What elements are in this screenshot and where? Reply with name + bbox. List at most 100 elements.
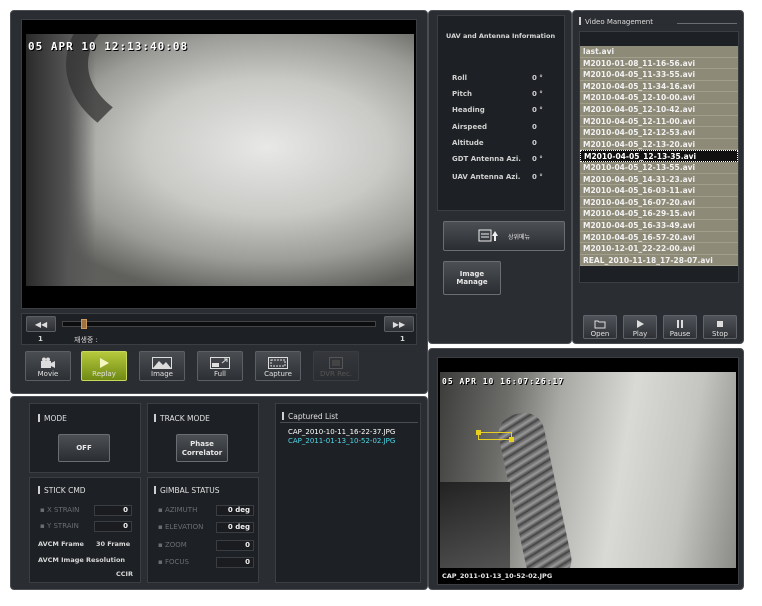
stick-cmd-title: STICK CMD [38, 486, 86, 495]
info-value: 0 ° [532, 90, 543, 98]
tracking-box[interactable] [476, 430, 514, 442]
info-label: Pitch [452, 90, 473, 98]
zoom-value: 0 [216, 540, 254, 551]
image-manage-button[interactable]: Image Manage [443, 261, 501, 295]
info-value: 0 [532, 139, 537, 147]
zoom-row: ▪ ZOOM 0 [158, 540, 254, 552]
video-file-item[interactable]: M2010-04-05_12-10-42.avi [580, 103, 738, 116]
seek-track[interactable] [62, 319, 376, 329]
focus-row: ▪ FOCUS 0 [158, 557, 254, 569]
video-file-item[interactable]: M2010-04-05_14-31-23.avi [580, 173, 738, 186]
pause-icon [664, 318, 696, 330]
fast-forward-button[interactable]: ▶▶ [384, 316, 414, 332]
captured-file-item-selected[interactable]: CAP_2011-01-13_10-52-02.JPG [288, 437, 418, 446]
avcm-res-label: AVCM Image Resolution [38, 556, 126, 564]
video-timestamp: 05 APR 10 12:13:40:08 [28, 40, 189, 53]
replay-label: Replay [92, 370, 116, 378]
info-label: Roll [452, 74, 467, 82]
uav-info-box: UAV and Antenna Information Roll 0 ° Pitc… [437, 15, 565, 211]
phase-correlator-button[interactable]: Phase Correlator [176, 434, 228, 462]
video-file-item[interactable]: M2010-04-05_12-12-53.avi [580, 127, 738, 139]
azimuth-row: ▪ AZIMUTH 0 deg [158, 505, 254, 517]
mode-off-button[interactable]: OFF [58, 434, 110, 462]
upper-menu-button[interactable]: 상위메뉴 [443, 221, 565, 251]
dvr-rec-button[interactable]: DVR Rec. [313, 351, 359, 381]
captured-file-list[interactable]: CAP_2010-10-11_16-22-37.JPG CAP_2011-01-… [288, 428, 418, 446]
x-strain-row: ▪ X STRAIN 0 [40, 505, 136, 517]
video-file-item[interactable]: M2010-04-05_16-57-20.avi [580, 231, 738, 244]
stop-button[interactable]: Stop [703, 315, 737, 339]
avcm-frame-value: 30 Frame [96, 540, 131, 548]
video-file-item[interactable]: M2010-04-05_11-34-16.avi [580, 80, 738, 93]
rewind-icon: ◀◀ [34, 319, 48, 329]
focus-label: ▪ FOCUS [158, 558, 189, 566]
video-file-item[interactable]: M2010-04-05_16-03-11.avi [580, 185, 738, 197]
preview-filename: CAP_2011-01-13_10-52-02.JPG [442, 572, 553, 580]
preview-timestamp: 05 APR 10 16:07:26:17 [442, 377, 565, 386]
main-video-frame: 05 APR 10 12:13:40:08 [21, 19, 417, 309]
captured-list-box: Captured List CAP_2010-10-11_16-22-37.JP… [275, 403, 421, 583]
info-label: Airspeed [452, 123, 487, 131]
azimuth-label: ▪ AZIMUTH [158, 506, 198, 514]
image-button[interactable]: Image [139, 351, 185, 381]
tracking-box-corner [509, 437, 514, 442]
fullscreen-icon [198, 356, 242, 370]
info-row-pitch: Pitch 0 ° [452, 90, 572, 98]
elevation-value: 0 deg [216, 522, 254, 533]
play-icon [82, 356, 126, 370]
video-file-item[interactable]: M2010-04-05_12-11-00.avi [580, 115, 738, 128]
replay-button[interactable]: Replay [81, 351, 127, 381]
capture-button[interactable]: Capture [255, 351, 301, 381]
stick-cmd-box: STICK CMD ▪ X STRAIN 0 ▪ Y STRAIN 0 AVCM… [29, 477, 141, 583]
control-panel: MODE OFF TRACK MODE Phase Correlator STI… [10, 396, 428, 590]
video-management-panel: Video Management last.avi M2010-01-08_11-… [572, 10, 744, 344]
video-file-item[interactable]: M2010-04-05_16-33-49.avi [580, 219, 738, 232]
info-row-altitude: Altitude 0 [452, 139, 572, 147]
pause-label: Pause [669, 330, 691, 338]
video-file-item[interactable]: M2010-01-08_11-16-56.avi [580, 57, 738, 70]
dvr-rec-label: DVR Rec. [319, 370, 353, 378]
avcm-frame-label: AVCM Frame [38, 540, 84, 548]
video-file-item[interactable]: M2010-04-05_12-13-55.avi [580, 161, 738, 174]
elevation-label: ▪ ELEVATION [158, 523, 204, 531]
avcm-res-value: CCIR [116, 570, 133, 578]
folder-icon [584, 318, 616, 330]
stop-icon [704, 318, 736, 330]
info-label: GDT Antenna Azi. [452, 155, 521, 163]
captured-file-item[interactable]: CAP_2010-10-11_16-22-37.JPG [288, 428, 418, 437]
video-file-item[interactable]: M2010-04-05_11-33-55.avi [580, 69, 738, 81]
x-strain-value: 0 [94, 505, 132, 516]
video-file-item-selected[interactable]: M2010-04-05_12-13-35.avi [580, 150, 738, 162]
rewind-button[interactable]: ◀◀ [26, 316, 56, 332]
play-label: Play [632, 330, 648, 338]
seek-handle[interactable] [81, 319, 87, 329]
main-video-image[interactable]: 05 APR 10 12:13:40:08 [26, 34, 414, 286]
capture-preview-panel: 05 APR 10 16:07:26:17 CAP_2011-01-13_10-… [428, 348, 744, 590]
play-button[interactable]: Play [623, 315, 657, 339]
pause-button[interactable]: Pause [663, 315, 697, 339]
video-file-item[interactable]: last.avi [580, 46, 738, 58]
open-button[interactable]: Open [583, 315, 617, 339]
play-icon [624, 318, 656, 330]
uav-info-title: UAV and Antenna Information [446, 32, 556, 40]
image-manage-label: Image Manage [456, 270, 488, 286]
video-file-item[interactable]: M2010-04-05_16-29-15.avi [580, 208, 738, 220]
info-label: Altitude [452, 139, 484, 147]
info-row-roll: Roll 0 ° [452, 74, 572, 82]
time-right: 1 [400, 335, 405, 343]
video-file-item[interactable]: REAL_2010-11-18_17-28-07.avi [580, 254, 738, 267]
capture-preview-image[interactable]: 05 APR 10 16:07:26:17 [440, 372, 736, 568]
main-video-panel: 05 APR 10 12:13:40:08 ◀◀ ▶▶ 1 재생중 : 1 Mo… [10, 10, 428, 394]
x-strain-label: ▪ X STRAIN [40, 506, 80, 514]
movie-button[interactable]: Movie [25, 351, 71, 381]
seek-bar-row: ◀◀ ▶▶ 1 재생중 : 1 [21, 313, 417, 345]
video-file-item[interactable]: M2010-12-01_22-22-00.avi [580, 243, 738, 255]
video-file-item[interactable]: M2010-04-05_16-07-20.avi [580, 196, 738, 209]
video-file-items: last.avi M2010-01-08_11-16-56.avi M2010-04… [580, 46, 738, 267]
video-file-list[interactable]: last.avi M2010-01-08_11-16-56.avi M2010-04… [579, 31, 739, 283]
video-file-item[interactable]: M2010-04-05_12-10-00.avi [580, 92, 738, 104]
video-file-item[interactable]: M2010-04-05_12-13-20.avi [580, 138, 738, 151]
full-button[interactable]: Full [197, 351, 243, 381]
info-value: 0 ° [532, 173, 543, 181]
info-row-uav-antenna: UAV Antenna Azi. 0 ° [452, 173, 572, 181]
